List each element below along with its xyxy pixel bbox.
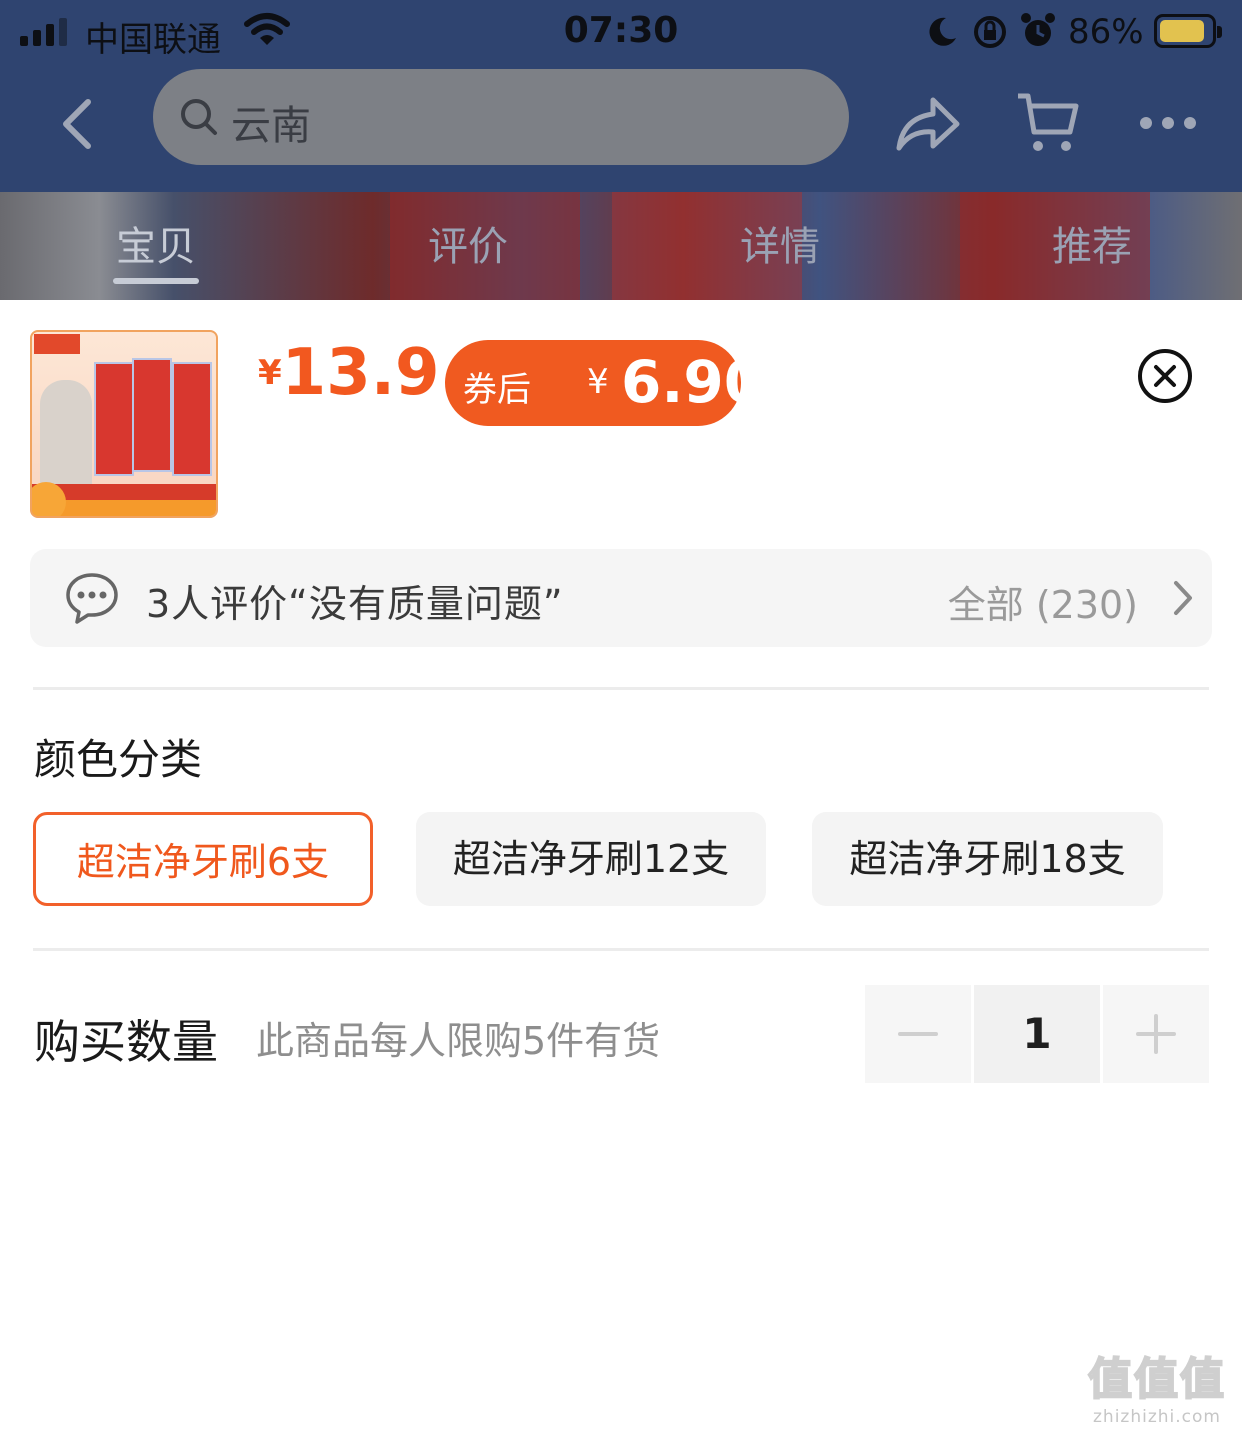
coupon-value: 6.90: [621, 348, 765, 416]
decrease-button[interactable]: [865, 985, 971, 1083]
plus-icon: [1136, 1014, 1176, 1054]
thumb-corner-badge: [32, 482, 66, 516]
coupon-price-badge: 券后 ¥ 6.90: [445, 340, 764, 426]
product-thumbnail[interactable]: [30, 330, 218, 518]
search-bar[interactable]: 云南: [153, 69, 849, 165]
rotation-lock-icon: [974, 16, 1006, 48]
search-query: 云南: [231, 103, 311, 149]
increase-button[interactable]: [1103, 985, 1209, 1083]
color-section-title: 颜色分类: [34, 735, 203, 784]
do-not-disturb-icon: [929, 17, 956, 46]
price-currency: ¥: [258, 353, 282, 393]
tab-reviews[interactable]: 评价: [368, 214, 568, 272]
alarm-icon: [1021, 13, 1055, 46]
review-highlight: 3人评价“没有质量问题”: [146, 582, 564, 626]
divider: [33, 948, 1209, 951]
watermark-url: zhizhizhi.com: [1093, 1407, 1221, 1427]
quantity-stepper: 1: [865, 985, 1209, 1083]
tab-recommend[interactable]: 推荐: [992, 214, 1192, 272]
close-icon[interactable]: [1137, 348, 1193, 404]
review-summary-row[interactable]: 3人评价“没有质量问题” 全部 (230): [30, 549, 1212, 647]
option-6-pack[interactable]: 超洁净牙刷6支: [33, 812, 373, 906]
coupon-label: 券后: [463, 370, 531, 410]
price: ¥13.9: [258, 336, 440, 410]
quantity-title: 购买数量: [34, 1015, 218, 1069]
active-tab-indicator: [113, 278, 199, 284]
status-bar: 中国联通 07:30 86%: [0, 0, 1242, 64]
sku-selector-sheet: ¥13.9 券后 ¥ 6.90 3人评价“没有质量问题” 全部 (230) 颜色…: [0, 300, 1242, 1437]
search-icon: [181, 99, 217, 135]
battery-percent: 86%: [1068, 12, 1144, 52]
price-value: 13.9: [281, 336, 440, 410]
chat-bubble-icon: [66, 573, 118, 624]
option-18-pack[interactable]: 超洁净牙刷18支: [812, 812, 1163, 906]
quantity-value[interactable]: 1: [974, 985, 1100, 1083]
thumb-badge: [34, 334, 80, 354]
watermark-logo: 值值值: [1087, 1353, 1226, 1406]
option-12-pack[interactable]: 超洁净牙刷12支: [416, 812, 766, 906]
tab-baobei[interactable]: 宝贝: [56, 214, 256, 272]
site-watermark: 值值值 zhizhizhi.com: [1082, 1343, 1232, 1427]
share-icon[interactable]: [893, 94, 961, 154]
all-reviews-link[interactable]: 全部 (230): [948, 574, 1138, 629]
cart-icon[interactable]: [1014, 90, 1080, 156]
battery-icon: [1154, 14, 1222, 48]
minus-icon: [898, 1032, 938, 1036]
more-icon[interactable]: [1138, 112, 1198, 134]
divider: [33, 687, 1209, 690]
thumb-person: [40, 380, 92, 490]
quantity-limit-note: 此商品每人限购5件有货: [256, 1019, 661, 1063]
coupon-currency: ¥: [587, 362, 609, 402]
tab-details[interactable]: 详情: [680, 214, 880, 272]
back-icon[interactable]: [52, 94, 108, 154]
chevron-right-icon: [1174, 581, 1192, 615]
